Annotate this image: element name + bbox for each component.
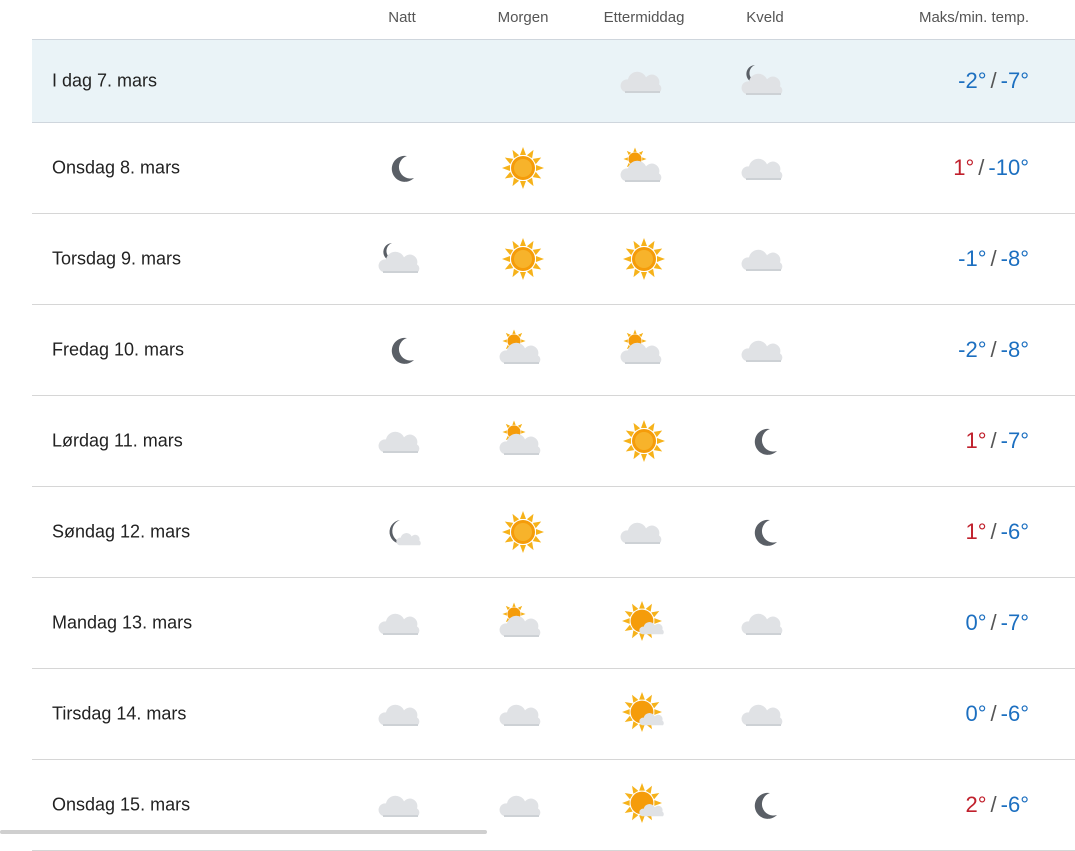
temp-separator: / — [990, 428, 997, 453]
min-temp: -8° — [1000, 337, 1029, 362]
forecast-row[interactable]: Lørdag 11. mars 1° / -7° — [32, 396, 1075, 487]
min-temp: -6° — [1000, 792, 1029, 817]
moon-icon — [378, 326, 426, 374]
forecast-row[interactable]: Onsdag 8. mars 1° / -10° — [32, 123, 1075, 214]
col-header-morgen: Morgen — [497, 9, 549, 26]
cloud-icon — [378, 781, 426, 829]
day-label: I dag 7. mars — [52, 70, 158, 91]
forecast-row-today[interactable]: I dag 7. mars -2° / -7° — [32, 40, 1075, 123]
cloud-icon — [620, 508, 668, 556]
temperature-range: -1° / -8° — [958, 246, 1029, 272]
sun-icon — [499, 235, 547, 283]
col-header-kveld: Kveld — [746, 9, 784, 26]
temperature-range: 0° / -7° — [965, 610, 1029, 636]
sun-cloud-icon — [620, 144, 668, 192]
day-label: Torsdag 9. mars — [52, 248, 182, 269]
temp-separator: / — [990, 246, 997, 271]
col-header-ettermiddag: Ettermiddag — [603, 9, 685, 26]
sun-small-cloud-icon — [620, 690, 668, 738]
cloud-icon — [378, 417, 426, 465]
cloud-icon — [741, 599, 789, 647]
moon-icon — [741, 508, 789, 556]
sun-cloud-icon — [499, 417, 547, 465]
forecast-row[interactable]: Tirsdag 14. mars 0° / -6° — [32, 669, 1075, 760]
forecast-row[interactable]: Mandag 13. mars 0° / -7° — [32, 578, 1075, 669]
sun-icon — [499, 508, 547, 556]
day-label: Mandag 13. mars — [52, 612, 193, 633]
temperature-range: 2° / -6° — [965, 792, 1029, 818]
cloud-icon — [741, 690, 789, 738]
temp-separator: / — [990, 792, 997, 817]
cloud-icon — [741, 144, 789, 192]
max-temp: 2° — [965, 792, 987, 817]
moon-icon — [741, 417, 789, 465]
min-temp: -6° — [1000, 701, 1029, 726]
max-temp: 0° — [965, 701, 987, 726]
cloud-icon — [378, 690, 426, 738]
sun-cloud-icon — [499, 326, 547, 374]
cloud-icon — [499, 781, 547, 829]
day-label: Fredag 10. mars — [52, 339, 185, 360]
moon-cloud-icon — [741, 57, 789, 105]
cloud-icon — [499, 690, 547, 738]
forecast-row[interactable]: Søndag 12. mars 1° / -6° — [32, 487, 1075, 578]
temperature-range: -2° / -7° — [958, 68, 1029, 94]
day-label: Lørdag 11. mars — [52, 430, 183, 451]
temperature-range: 0° / -6° — [965, 701, 1029, 727]
forecast-header: Natt Morgen Ettermiddag Kveld Maks/min. … — [0, 0, 1075, 40]
temp-separator: / — [990, 610, 997, 635]
max-temp: 1° — [965, 519, 987, 544]
min-temp: -10° — [988, 155, 1029, 180]
col-header-temp: Maks/min. temp. — [918, 9, 1029, 26]
temperature-range: 1° / -6° — [965, 519, 1029, 545]
min-temp: -7° — [1000, 68, 1029, 93]
cloud-icon — [741, 326, 789, 374]
forecast-row[interactable]: Fredag 10. mars -2° / -8° — [32, 305, 1075, 396]
forecast-table: I dag 7. mars -2° / -7° Onsdag 8. mars 1° / -10… — [32, 39, 1075, 851]
sun-cloud-icon — [620, 326, 668, 374]
temperature-range: -2° / -8° — [958, 337, 1029, 363]
sun-icon — [499, 144, 547, 192]
min-temp: -7° — [1000, 610, 1029, 635]
horizontal-scrollbar[interactable] — [0, 830, 487, 834]
moon-small-cloud-icon — [378, 508, 426, 556]
temp-separator: / — [990, 701, 997, 726]
col-header-natt: Natt — [388, 9, 416, 26]
cloud-icon — [378, 599, 426, 647]
cloud-icon — [620, 57, 668, 105]
max-temp: -2° — [958, 68, 987, 93]
moon-icon — [741, 781, 789, 829]
max-temp: -2° — [958, 337, 987, 362]
temperature-range: 1° / -10° — [953, 155, 1029, 181]
max-temp: 0° — [965, 610, 987, 635]
max-temp: 1° — [953, 155, 975, 180]
moon-icon — [378, 144, 426, 192]
day-label: Onsdag 15. mars — [52, 794, 191, 815]
temp-separator: / — [978, 155, 985, 180]
sun-small-cloud-icon — [620, 599, 668, 647]
sun-cloud-icon — [499, 599, 547, 647]
temperature-range: 1° / -7° — [965, 428, 1029, 454]
forecast-row[interactable]: Onsdag 15. mars 2° / -6° — [32, 760, 1075, 851]
day-label: Onsdag 8. mars — [52, 157, 181, 178]
day-label: Tirsdag 14. mars — [52, 703, 187, 724]
moon-cloud-icon — [378, 235, 426, 283]
sun-icon — [620, 417, 668, 465]
day-label: Søndag 12. mars — [52, 521, 191, 542]
min-temp: -6° — [1000, 519, 1029, 544]
sun-small-cloud-icon — [620, 781, 668, 829]
forecast-row[interactable]: Torsdag 9. mars -1° / -8° — [32, 214, 1075, 305]
max-temp: 1° — [965, 428, 987, 453]
min-temp: -7° — [1000, 428, 1029, 453]
temp-separator: / — [990, 519, 997, 544]
cloud-icon — [741, 235, 789, 283]
temp-separator: / — [990, 337, 997, 362]
temp-separator: / — [990, 68, 997, 93]
max-temp: -1° — [958, 246, 987, 271]
sun-icon — [620, 235, 668, 283]
min-temp: -8° — [1000, 246, 1029, 271]
